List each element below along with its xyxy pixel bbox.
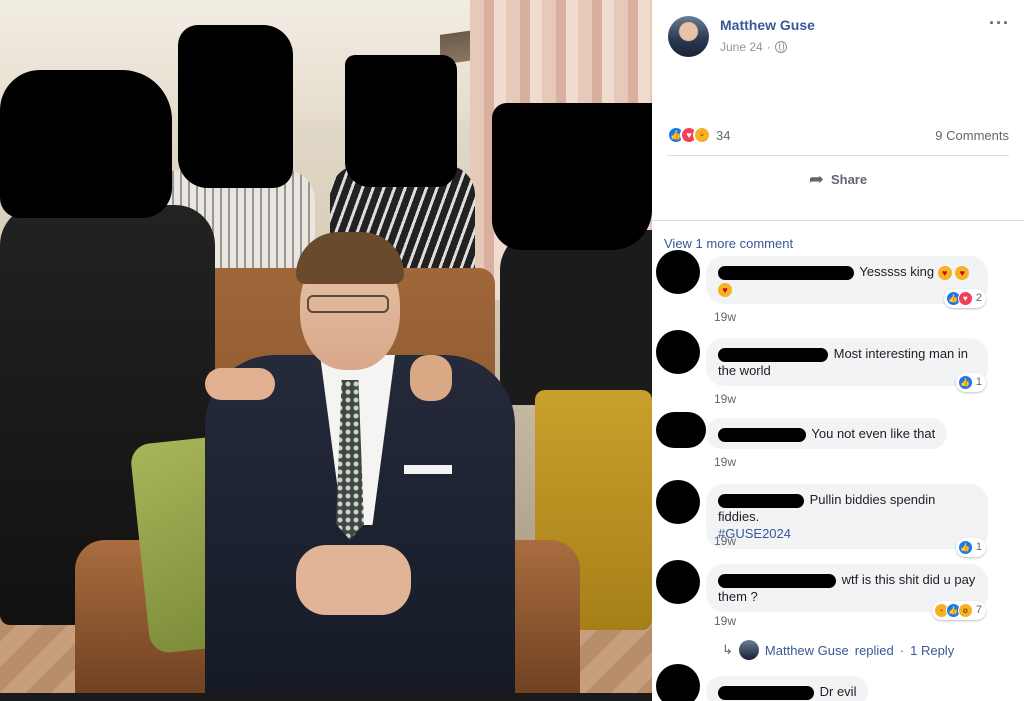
wow-reaction-icon: o [957, 603, 973, 618]
photo-person-right [500, 230, 652, 405]
comment-bubble: Dr evil [706, 676, 869, 701]
heart-eyes-emoji-icon: ♥ [937, 265, 952, 280]
post-meta: June 24 · [720, 40, 787, 54]
reply-count: 1 Reply [910, 642, 955, 658]
photo-bottom-strip [0, 693, 652, 701]
share-arrow-icon: ➦ [808, 168, 824, 189]
comment-text: Dr evil [819, 684, 857, 699]
commenter-name-redacted[interactable] [718, 347, 828, 362]
commenter-name-redacted[interactable] [718, 265, 854, 280]
commenter-name-redacted[interactable] [718, 685, 814, 700]
meta-separator: · [766, 40, 771, 54]
commenter-avatar[interactable] [656, 412, 706, 448]
comment-time[interactable]: 19w [714, 310, 736, 324]
redaction-block [492, 103, 652, 250]
comment-reactions[interactable]: 👍 ♥ 2 [943, 289, 986, 308]
comment-reaction-count: 1 [975, 541, 982, 553]
comment-time[interactable]: 19w [714, 614, 736, 628]
comment-time[interactable]: 19w [714, 392, 736, 406]
comment-time[interactable]: 19w [714, 455, 736, 469]
comment-bubble: Yesssss king ♥ ♥ ♥ 👍 ♥ 2 [706, 256, 988, 308]
divider [667, 155, 1009, 156]
reply-arrow-icon: ↳ [722, 642, 733, 657]
reply-author: Matthew Guse [764, 642, 849, 658]
ellipsis-icon[interactable]: ··· [989, 13, 1010, 34]
comment-text: Yesssss king [859, 264, 935, 279]
comment-reaction-count: 7 [975, 604, 982, 616]
comment-bubble: wtf is this shit did u pay them ? ᵕ 👍 o … [706, 564, 988, 620]
share-button[interactable]: ➦ Share [652, 162, 1024, 196]
commenter-avatar[interactable] [656, 250, 700, 294]
photo-man-glasses [307, 295, 389, 313]
comment-reaction-count: 1 [975, 376, 982, 388]
like-reaction-icon: 👍 [957, 540, 973, 555]
haha-reaction-icon: ᵕ [693, 126, 711, 144]
comment-time[interactable]: 19w [714, 534, 736, 548]
commenter-name-redacted[interactable] [718, 493, 804, 508]
divider [652, 220, 1024, 221]
reply-action: replied [854, 642, 894, 658]
comment-reaction-count: 2 [975, 292, 982, 304]
comment-reactions[interactable]: 👍 1 [955, 538, 986, 557]
photo-pocket-square [404, 465, 452, 474]
reply-separator: · [899, 642, 905, 658]
reaction-count: 34 [716, 127, 731, 143]
post-photo[interactable] [0, 0, 652, 701]
comment-reactions[interactable]: 👍 1 [955, 373, 986, 392]
like-reaction-icon: 👍 [957, 375, 973, 390]
comments-count-link[interactable]: 9 Comments [935, 128, 1009, 143]
love-reaction-icon: ♥ [957, 291, 973, 306]
comment-bubble: You not even like that [706, 418, 948, 449]
post-date[interactable]: June 24 [720, 40, 763, 54]
heart-eyes-emoji-icon: ♥ [718, 282, 732, 297]
photo-man-hands [296, 545, 411, 615]
reaction-summary[interactable]: 👍 ♥ ᵕ 34 [667, 126, 730, 144]
commenter-avatar[interactable] [656, 560, 700, 604]
replies-link[interactable]: ↳ Matthew Guse replied · 1 Reply [722, 640, 954, 660]
redaction-block [345, 55, 457, 187]
commenter-name-redacted[interactable] [718, 573, 836, 588]
photo-hand-right [410, 355, 452, 401]
photo-hand-left [205, 368, 275, 400]
commenter-name-redacted[interactable] [718, 427, 806, 442]
post-header: Matthew Guse June 24 · ··· [652, 0, 1024, 110]
commenter-avatar[interactable] [656, 480, 700, 524]
author-name[interactable]: Matthew Guse [720, 17, 815, 33]
reaction-stats: 👍 ♥ ᵕ 34 9 Comments [652, 120, 1024, 152]
redaction-block [0, 70, 172, 218]
reply-author-avatar [738, 640, 759, 660]
commenter-avatar[interactable] [656, 330, 700, 374]
redaction-block [178, 25, 293, 188]
view-more-comments-link[interactable]: View 1 more comment [664, 236, 793, 251]
comment-bubble: Pullin biddies spendin fiddies. #GUSE202… [706, 484, 988, 557]
comment-text: You not even like that [811, 426, 936, 441]
author-avatar[interactable] [668, 16, 709, 57]
comment-reactions[interactable]: ᵕ 👍 o 7 [931, 601, 986, 620]
comment-bubble: Most interesting man in the world 👍 1 [706, 338, 988, 392]
commenter-avatar[interactable] [656, 664, 700, 701]
globe-icon [774, 41, 787, 53]
post-detail-panel: Matthew Guse June 24 · ··· 👍 ♥ ᵕ 34 9 Co… [652, 0, 1024, 701]
share-label: Share [830, 171, 868, 187]
heart-eyes-emoji-icon: ♥ [955, 265, 970, 280]
